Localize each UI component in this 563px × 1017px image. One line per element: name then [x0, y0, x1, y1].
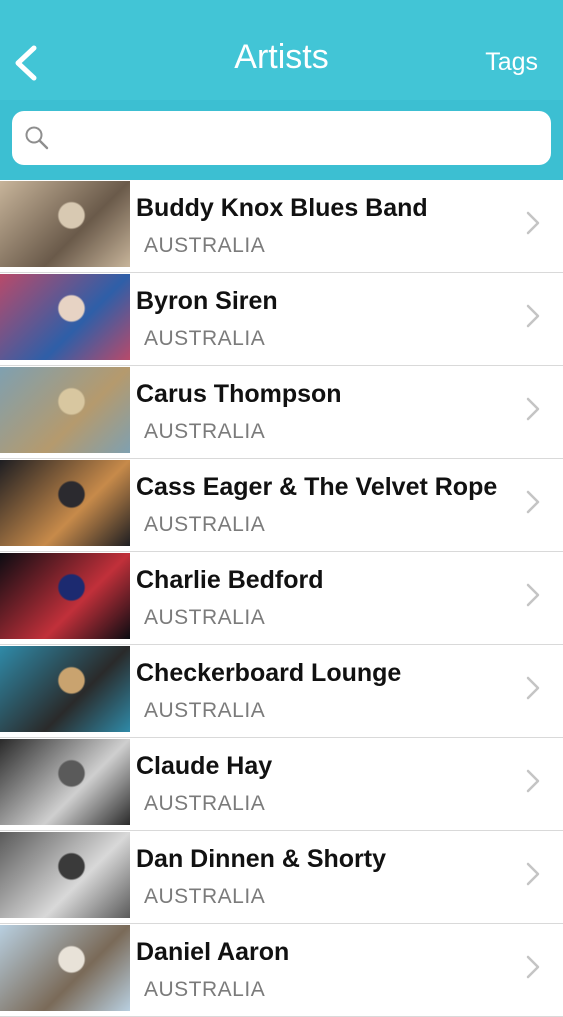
artist-row[interactable]: Byron Siren AUSTRALIA [0, 273, 563, 366]
artist-country: AUSTRALIA [144, 606, 266, 629]
artist-country: AUSTRALIA [144, 420, 266, 443]
chevron-right-icon [526, 211, 540, 235]
chevron-right-icon [526, 769, 540, 793]
tags-button[interactable]: Tags [485, 48, 538, 77]
artist-row[interactable]: Charlie Bedford AUSTRALIA [0, 552, 563, 645]
artist-photo [0, 925, 130, 1011]
artist-country: AUSTRALIA [144, 513, 266, 536]
header-bar: Artists Tags [0, 0, 563, 180]
artist-name: Checkerboard Lounge [136, 659, 402, 687]
artist-country: AUSTRALIA [144, 234, 266, 257]
artist-country: AUSTRALIA [144, 792, 266, 815]
chevron-right-icon [526, 490, 540, 514]
artist-row[interactable]: Buddy Knox Blues Band AUSTRALIA [0, 180, 563, 273]
artist-photo [0, 646, 130, 732]
artist-country: AUSTRALIA [144, 699, 266, 722]
artist-photo [0, 274, 130, 360]
artist-row[interactable]: Daniel Aaron AUSTRALIA [0, 924, 563, 1017]
chevron-right-icon [526, 304, 540, 328]
artist-photo [0, 367, 130, 453]
artist-photo [0, 739, 130, 825]
artist-country: AUSTRALIA [144, 885, 266, 908]
page-title: Artists [234, 38, 329, 76]
artist-name: Dan Dinnen & Shorty [136, 845, 387, 873]
chevron-right-icon [526, 583, 540, 607]
artist-row[interactable]: Carus Thompson AUSTRALIA [0, 366, 563, 459]
chevron-right-icon [526, 955, 540, 979]
artist-row[interactable]: Checkerboard Lounge AUSTRALIA [0, 645, 563, 738]
artist-photo [0, 181, 130, 267]
artist-name: Carus Thompson [136, 380, 342, 408]
chevron-right-icon [526, 676, 540, 700]
artist-name: Claude Hay [136, 752, 273, 780]
search-bar[interactable] [12, 111, 551, 165]
artist-photo [0, 460, 130, 546]
artist-name: Cass Eager & The Velvet Rope [136, 473, 498, 501]
artist-row[interactable]: Claude Hay AUSTRALIA [0, 738, 563, 831]
artist-country: AUSTRALIA [144, 978, 266, 1001]
artist-row[interactable]: Dan Dinnen & Shorty AUSTRALIA [0, 831, 563, 924]
search-input[interactable] [60, 119, 544, 159]
artist-photo [0, 553, 130, 639]
search-icon [25, 126, 49, 150]
artist-name: Charlie Bedford [136, 566, 324, 594]
artist-country: AUSTRALIA [144, 327, 266, 350]
artist-name: Buddy Knox Blues Band [136, 194, 428, 222]
navigation-bar: Artists Tags [0, 0, 563, 100]
artist-name: Daniel Aaron [136, 938, 290, 966]
artist-row[interactable]: Cass Eager & The Velvet Rope AUSTRALIA [0, 459, 563, 552]
chevron-right-icon [526, 397, 540, 421]
artist-photo [0, 832, 130, 918]
chevron-right-icon [526, 862, 540, 886]
artist-name: Byron Siren [136, 287, 278, 315]
artist-list: Buddy Knox Blues Band AUSTRALIA Byron Sire… [0, 180, 563, 1017]
